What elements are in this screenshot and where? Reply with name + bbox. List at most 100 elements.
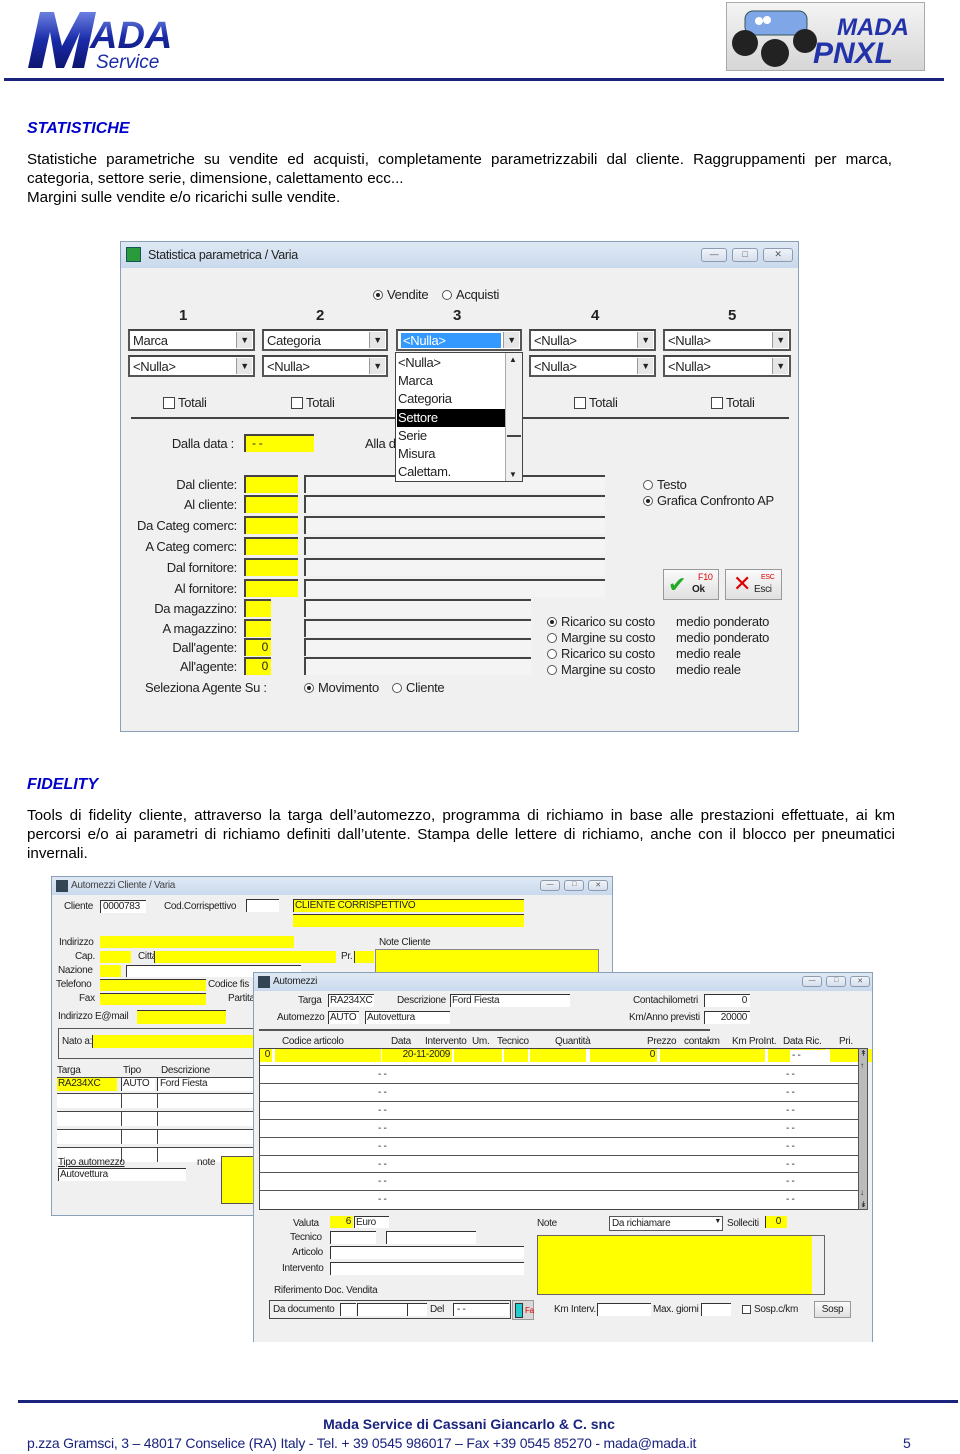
filter-code-input[interactable] (244, 599, 271, 617)
close-button[interactable]: ✕ (588, 880, 608, 891)
maximize-button[interactable]: □ (732, 248, 758, 262)
scroll-down-icon[interactable]: ↓ (860, 1188, 864, 1197)
group-5-secondary-select[interactable]: <Nulla> ▼ (663, 355, 791, 377)
indirizzo-input[interactable] (100, 936, 294, 948)
totali-checkbox-4[interactable]: Totali (574, 395, 618, 410)
radio-testo[interactable]: Testo (643, 477, 687, 492)
esci-button[interactable]: ✕ ESC Esci (725, 569, 782, 600)
ragione-sociale-2-input[interactable] (293, 914, 524, 927)
group-4-primary-select[interactable]: <Nulla> ▼ (529, 329, 656, 351)
filter-description-input[interactable] (304, 495, 605, 513)
dropdown-option[interactable]: Categoria (397, 390, 505, 408)
radio-acquisti[interactable]: Acquisti (442, 287, 499, 302)
calc-option-radio[interactable]: Ricarico su costo (547, 646, 655, 661)
calc-option-radio[interactable]: Ricarico su costo (547, 614, 655, 629)
fax-input[interactable] (100, 993, 206, 1005)
radio-grafica[interactable]: Grafica Confronto AP (643, 493, 774, 508)
km-anno-input[interactable]: 20000 (704, 1011, 750, 1024)
minimize-button[interactable]: — (701, 248, 727, 262)
tecnico-code-input[interactable] (330, 1231, 376, 1244)
filter-description-input[interactable] (304, 638, 531, 656)
dropdown-option[interactable]: Serie (397, 427, 505, 445)
filter-code-input[interactable] (244, 579, 298, 597)
tecnico-name-input[interactable] (386, 1231, 476, 1244)
group-1-primary-select[interactable]: Marca ▼ (128, 329, 255, 351)
group-5-primary-select[interactable]: <Nulla> ▼ (663, 329, 791, 351)
filter-description-input[interactable] (304, 619, 531, 637)
dropdown-option[interactable]: <Nulla> (397, 354, 505, 372)
km-interv-input[interactable] (597, 1303, 651, 1316)
doc-series-input[interactable] (407, 1303, 427, 1316)
minimize-button[interactable]: — (540, 880, 560, 891)
filter-description-input[interactable] (304, 599, 531, 617)
provincia-input[interactable] (354, 951, 374, 963)
calc-option-radio[interactable]: Margine su costo (547, 662, 656, 677)
filter-description-input[interactable] (304, 558, 605, 576)
intervento-input[interactable] (330, 1262, 524, 1275)
filter-code-input[interactable] (244, 516, 298, 534)
calc-option-radio[interactable]: Margine su costo (547, 630, 656, 645)
sosp-ckm-checkbox[interactable]: Sosp.c/km (742, 1304, 798, 1315)
telefono-input[interactable] (100, 979, 206, 991)
scroll-down-icon[interactable]: ▼ (509, 470, 517, 479)
note-status-select[interactable]: Da richiamare ▼ (609, 1216, 723, 1231)
close-button[interactable]: ✕ (850, 976, 870, 987)
filter-description-input[interactable] (304, 657, 531, 675)
scroll-bottom-icon[interactable]: ↡ (860, 1200, 867, 1209)
valuta-code-input[interactable]: 6 (330, 1216, 353, 1228)
dropdown-scrollbar[interactable]: ▲ ▼ (505, 353, 522, 481)
filter-code-input[interactable]: 0 (244, 657, 271, 675)
filter-code-input[interactable]: 0 (244, 638, 271, 656)
scroll-thumb[interactable] (507, 359, 521, 437)
dropdown-option[interactable]: Marca (397, 372, 505, 390)
dropdown-option[interactable]: Misura (397, 445, 505, 463)
dropdown-option[interactable]: Settore (397, 408, 505, 427)
nazione-input[interactable] (100, 965, 121, 977)
group-4-secondary-select[interactable]: <Nulla> ▼ (529, 355, 656, 377)
filter-code-input[interactable] (244, 475, 298, 493)
filter-description-input[interactable] (304, 537, 605, 555)
maximize-button[interactable]: □ (826, 976, 846, 987)
max-giorni-input[interactable] (701, 1303, 731, 1316)
doc-type-input[interactable] (340, 1303, 356, 1316)
cliente-input[interactable]: 0000783 (100, 900, 146, 913)
cod-corrispettivo-input[interactable] (246, 899, 279, 912)
fattura-button[interactable]: Fa (512, 1300, 534, 1320)
radio-movimento[interactable]: Movimento (304, 680, 379, 695)
grid-scrollbar[interactable]: ↟ ↑ ↓ ↡ (858, 1048, 868, 1210)
vehicle-row[interactable]: RA234XC AUTO Ford Fiesta (57, 1078, 257, 1092)
automezzo-desc-input[interactable]: Autovettura (365, 1011, 450, 1024)
filter-description-input[interactable] (304, 579, 605, 597)
radio-cliente[interactable]: Cliente (392, 680, 445, 695)
totali-checkbox-5[interactable]: Totali (711, 395, 755, 410)
cap-input[interactable] (100, 951, 131, 963)
citta-input[interactable] (154, 951, 336, 963)
totali-checkbox-1[interactable]: Totali (163, 395, 207, 410)
filter-description-input[interactable] (304, 516, 605, 534)
close-button[interactable]: ✕ (763, 248, 793, 262)
articolo-input[interactable] (330, 1246, 524, 1259)
solleciti-input[interactable]: 0 (765, 1216, 787, 1228)
group-1-secondary-select[interactable]: <Nulla> ▼ (128, 355, 255, 377)
maximize-button[interactable]: □ (564, 880, 584, 891)
filter-code-input[interactable] (244, 537, 298, 555)
ragione-sociale-input[interactable]: CLIENTE CORRISPETTIVO (293, 899, 524, 912)
filter-code-input[interactable] (244, 619, 271, 637)
filter-code-input[interactable] (244, 495, 298, 513)
ok-button[interactable]: ✔ F10 Ok (663, 569, 719, 600)
sosp-button[interactable]: Sosp (814, 1301, 851, 1318)
scroll-up-icon[interactable]: ↑ (860, 1061, 864, 1070)
dropdown-option[interactable]: Calettam. (397, 463, 505, 481)
descrizione-input[interactable]: Ford Fiesta (450, 994, 570, 1007)
del-date-input[interactable]: - - (453, 1303, 509, 1316)
radio-vendite[interactable]: Vendite (373, 287, 429, 302)
valuta-name-input[interactable]: Euro (354, 1216, 389, 1228)
group-2-secondary-select[interactable]: <Nulla> ▼ (262, 355, 388, 377)
group-2-primary-select[interactable]: Categoria ▼ (262, 329, 388, 351)
scroll-top-icon[interactable]: ↟ (860, 1049, 867, 1058)
note-textarea[interactable] (537, 1235, 825, 1295)
group-3-primary-select[interactable]: <Nulla> ▼ (396, 329, 522, 351)
intervention-row[interactable]: 020-11-2009000 (260, 1049, 872, 1062)
dalla-data-input[interactable]: - - (244, 434, 314, 452)
filter-code-input[interactable] (244, 558, 298, 576)
